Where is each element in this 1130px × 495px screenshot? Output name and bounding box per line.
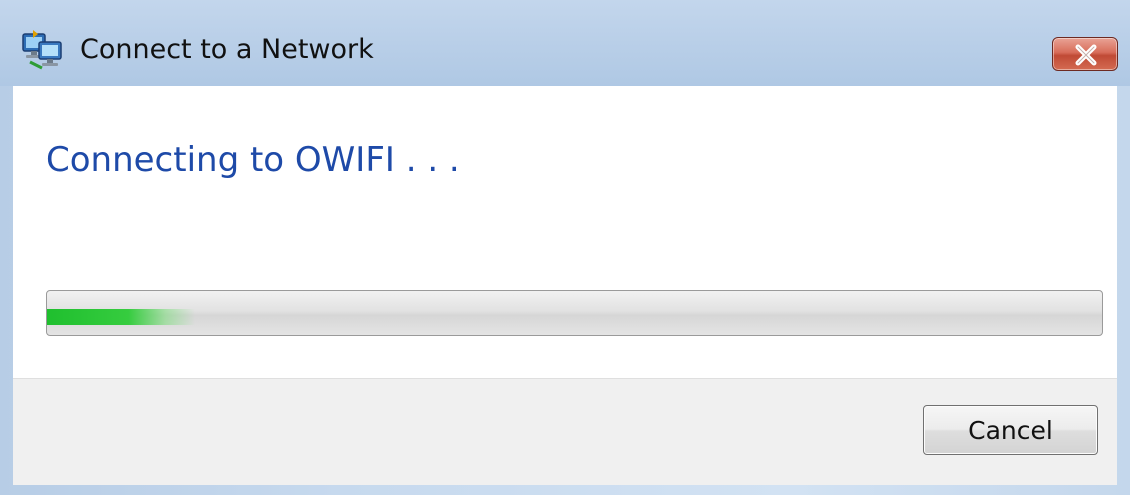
connection-status-heading: Connecting to OWIFI . . . <box>46 140 460 180</box>
close-icon <box>1075 44 1097 66</box>
window-title: Connect to a Network <box>80 34 374 65</box>
content-area: Connecting to OWIFI . . . <box>13 86 1117 378</box>
connection-progress-bar <box>46 290 1103 336</box>
button-bar: Cancel <box>13 378 1117 485</box>
network-connect-icon <box>20 28 64 72</box>
connect-to-network-dialog: Connect to a Network Connecting to OWIFI… <box>0 0 1130 495</box>
progress-fill <box>47 309 195 325</box>
title-bar[interactable]: Connect to a Network <box>0 0 1130 86</box>
cancel-button[interactable]: Cancel <box>923 405 1098 455</box>
close-button[interactable] <box>1052 37 1118 71</box>
